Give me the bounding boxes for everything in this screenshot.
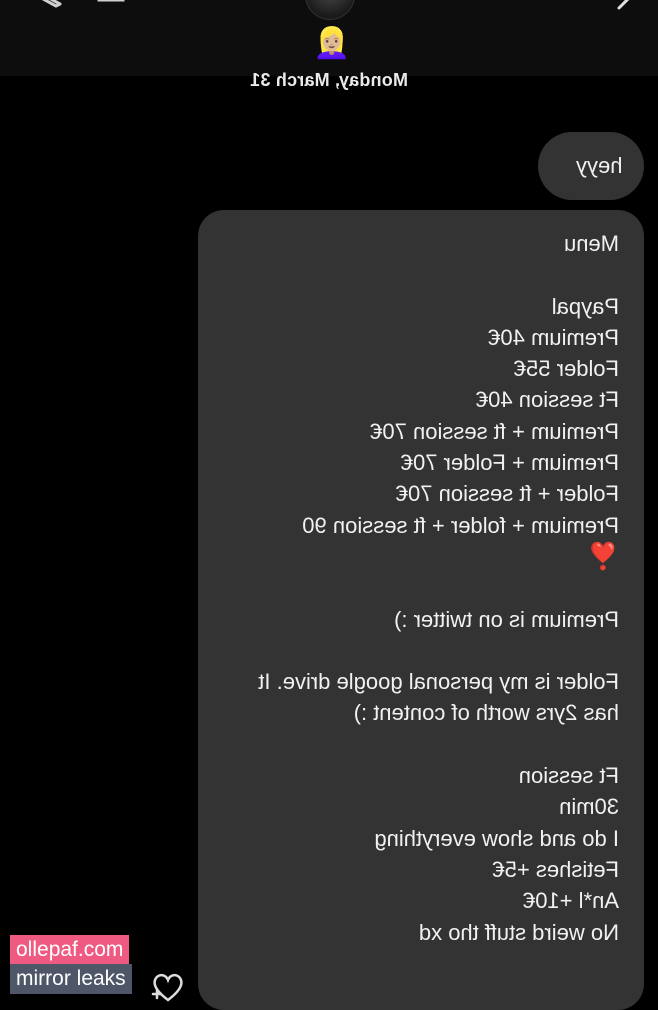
message-line: Menu: [563, 231, 619, 256]
message-line: 30min: [559, 794, 619, 820]
message-line: Folder + ft session 70€: [395, 481, 619, 507]
avatar[interactable]: [305, 0, 355, 20]
react-heart-icon[interactable]: [150, 970, 186, 1004]
message-line: [224, 635, 619, 666]
message-bubble[interactable]: Menu Paypal Premium 40€ Folder 55€ Ft se…: [198, 210, 644, 1010]
message-text: heyy: [575, 153, 622, 178]
message-bubble[interactable]: heyy: [538, 132, 644, 200]
message-line: Fetishes +5€: [492, 856, 619, 882]
watermark-site: ollepaf.com: [10, 935, 130, 965]
message-line: Ft session 40€: [475, 387, 619, 413]
message-line: Paypal: [551, 293, 619, 319]
message-line: I do and show everything: [374, 825, 619, 851]
message-line: An*l +10€: [522, 888, 619, 914]
chevron-icon[interactable]: [615, 0, 637, 10]
message-line: Premium 40€: [488, 324, 619, 350]
watermark-tagline: mirror leaks: [10, 964, 132, 994]
message-line: Ft session: [518, 763, 619, 789]
message-line: Folder 55€: [513, 356, 619, 382]
message-line: No weird stuff tho xd: [418, 919, 619, 945]
heart-emoji: ❣️: [586, 540, 619, 571]
message-line: Premium is on twitter :): [394, 606, 619, 632]
pencil-icon[interactable]: [30, 0, 64, 12]
message-line: [224, 259, 619, 290]
message-line: [224, 572, 619, 603]
contact-emoji: 👱🏼‍♀️: [313, 27, 351, 60]
date-label: Monday, March 31: [250, 70, 408, 90]
message-line: Premium + ft session 70€: [370, 418, 619, 444]
message-line: Premium + folder + ft session 90: [302, 512, 619, 538]
message-text: Menu Paypal Premium 40€ Folder 55€ Ft se…: [224, 228, 619, 948]
message-line: Folder is my personal google drive. It h…: [258, 669, 619, 726]
message-line: [224, 729, 619, 760]
message-line: Premium + Folder 70€: [400, 450, 619, 476]
square-icon[interactable]: [95, 0, 127, 10]
